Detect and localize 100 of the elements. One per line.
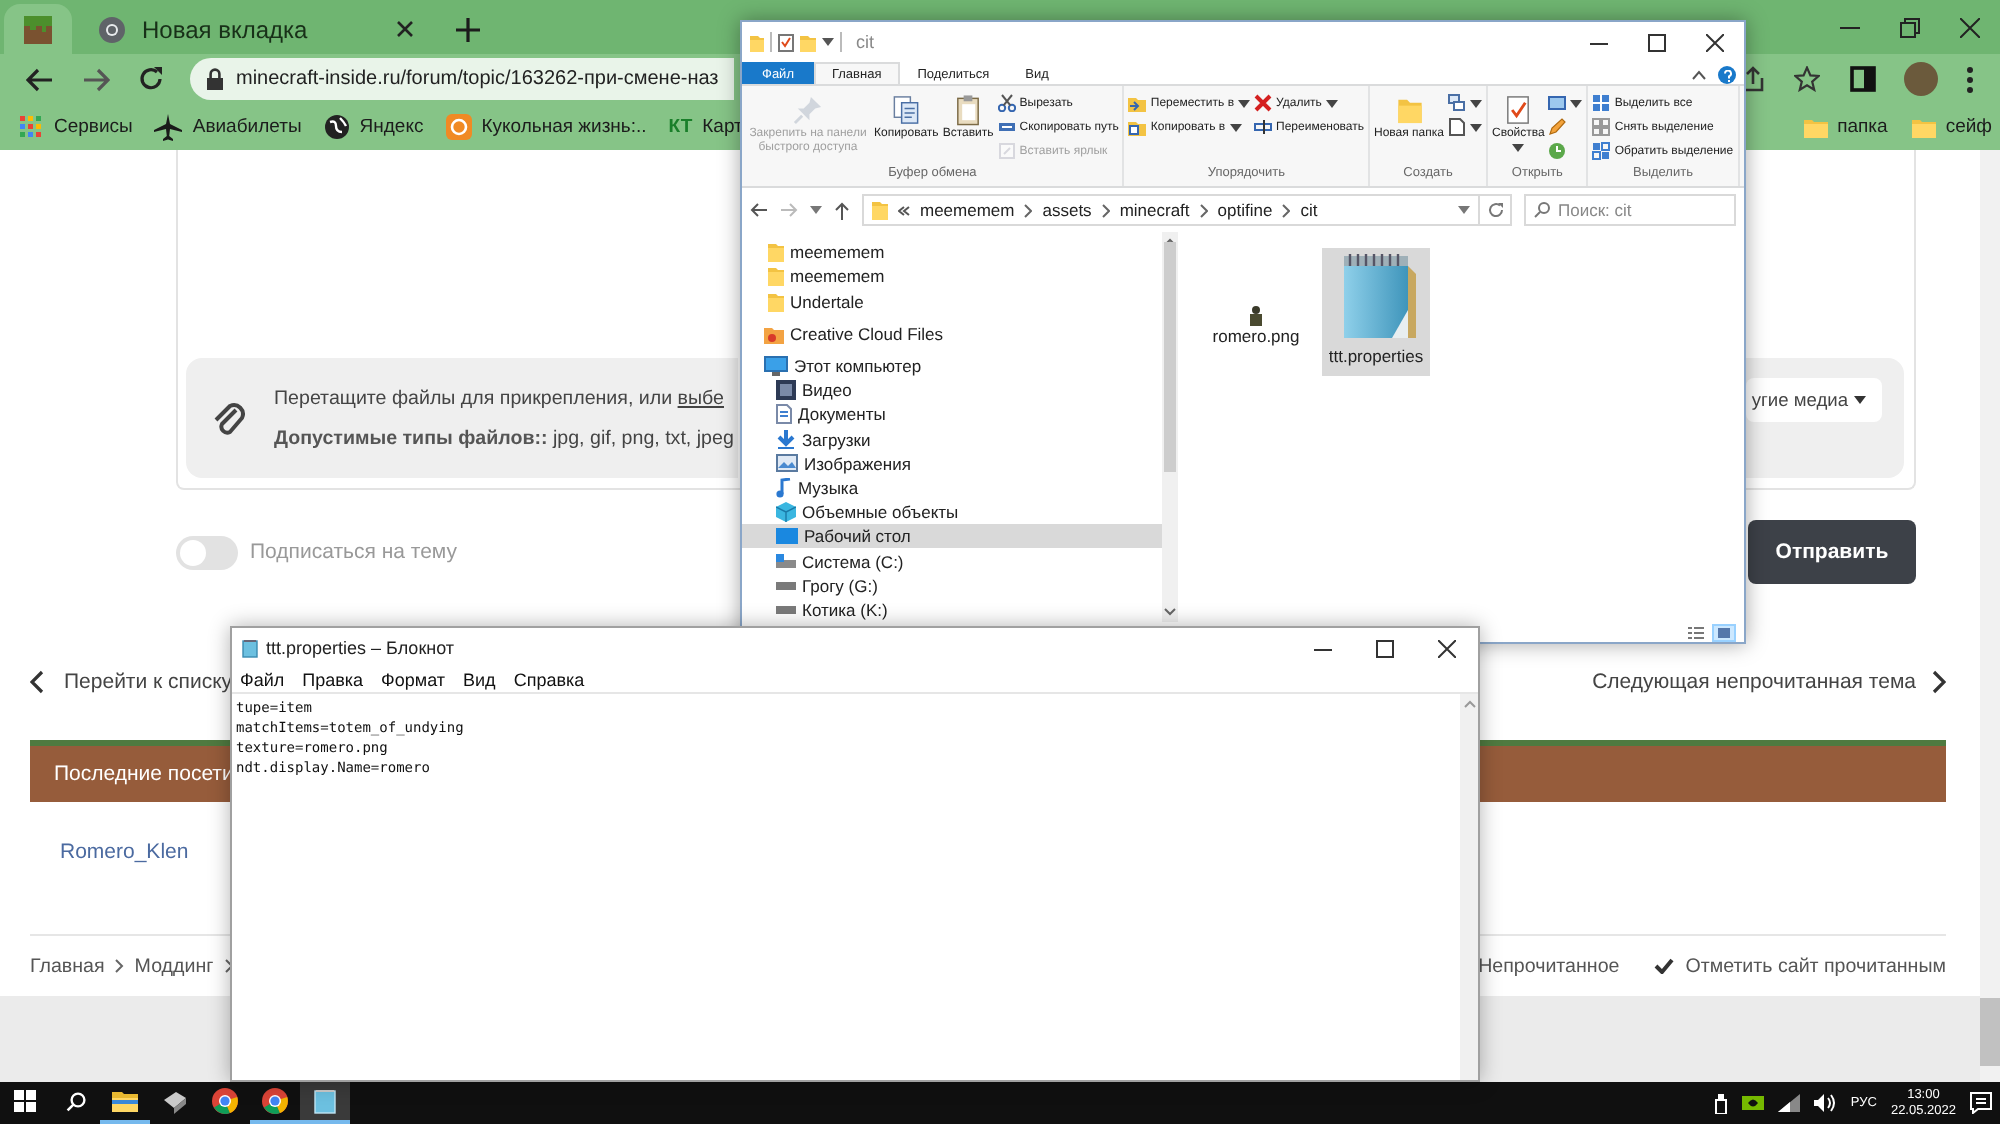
tree-item[interactable]: Изображения: [742, 451, 1162, 476]
ribbon-button[interactable]: [1548, 94, 1583, 112]
bookmark-folder[interactable]: папка: [1803, 116, 1888, 138]
back-icon[interactable]: [26, 67, 54, 91]
path-segment[interactable]: meememem: [920, 200, 1015, 220]
browser-tab[interactable]: [4, 4, 72, 54]
close-icon[interactable]: [1960, 17, 1980, 37]
address-field[interactable]: meememem assets minecraft optifine cit: [862, 194, 1480, 226]
desktop-icon: [776, 528, 798, 545]
star-icon[interactable]: [1794, 66, 1820, 92]
up-icon[interactable]: [834, 201, 850, 219]
media-button[interactable]: угие медиа: [1745, 378, 1882, 422]
tree-item[interactable]: Undertale: [742, 288, 1162, 314]
path-segment[interactable]: cit: [1300, 200, 1318, 220]
bookmark[interactable]: Яндекс: [323, 114, 424, 140]
plus-icon[interactable]: [456, 18, 480, 42]
toggle-switch[interactable]: [176, 535, 238, 569]
tree-item[interactable]: Видео: [742, 378, 1162, 403]
close-icon[interactable]: [396, 20, 414, 38]
tree-item[interactable]: Котика (K:): [742, 597, 1162, 623]
notepad-icon: [242, 638, 258, 658]
close-icon[interactable]: [1706, 33, 1724, 51]
scrollbar[interactable]: [1460, 694, 1478, 1080]
folder-icon: [768, 266, 784, 287]
tree-item[interactable]: Грогу (G:): [742, 573, 1162, 598]
unread-link[interactable]: Непрочитанное: [1478, 955, 1620, 977]
choose-link[interactable]: выбе: [677, 387, 724, 409]
bookmark[interactable]: Сервисы: [18, 114, 133, 140]
mark-read-link[interactable]: Отметить сайт прочитанным: [1653, 955, 1946, 977]
bookmark[interactable]: Авиабилеты: [154, 113, 302, 141]
file-item[interactable]: romero.png: [1202, 248, 1310, 356]
scissors-icon: [997, 94, 1016, 112]
view-toggle[interactable]: [1684, 623, 1708, 641]
view-toggle[interactable]: [1712, 623, 1736, 641]
document-icon: [776, 404, 792, 425]
user-link[interactable]: Romero_Klen: [60, 840, 189, 864]
breadcrumb-link[interactable]: Моддинг: [134, 955, 214, 977]
bookmark-folder[interactable]: сейф: [1911, 116, 1992, 138]
volume-icon[interactable]: [1814, 1094, 1837, 1112]
menu-item[interactable]: Вид: [463, 670, 496, 690]
menu-item[interactable]: Формат: [381, 670, 446, 690]
address-field[interactable]: minecraft-inside.ru/forum/topic/163262-при-смене-наз: [190, 58, 734, 100]
browser-tab[interactable]: Новая вкладка: [80, 4, 432, 54]
collapse-icon[interactable]: [1692, 70, 1706, 80]
close-icon[interactable]: [1438, 639, 1456, 657]
next-unread-link[interactable]: Следующая непрочитанная тема: [1592, 670, 1916, 694]
tree-item[interactable]: meememem: [742, 240, 1162, 265]
maximize-icon[interactable]: [1648, 33, 1666, 51]
scrollbar[interactable]: [1162, 232, 1178, 622]
menu-item[interactable]: Справка: [513, 670, 585, 690]
back-icon[interactable]: [750, 202, 768, 218]
scrollbar[interactable]: [1980, 150, 2000, 1082]
site-icon: [445, 114, 472, 140]
bookmark[interactable]: Кукольная жизнь:..: [445, 114, 647, 140]
tree-item[interactable]: Музыка: [742, 475, 1162, 501]
sidebar-icon[interactable]: [1850, 66, 1876, 92]
select-none-icon: [1592, 118, 1611, 136]
file-item[interactable]: ttt.properties: [1322, 248, 1430, 376]
refresh-icon: [1487, 202, 1503, 218]
path-segment[interactable]: optifine: [1217, 200, 1273, 220]
refresh-button[interactable]: [1480, 194, 1512, 226]
send-button[interactable]: Отправить: [1748, 520, 1916, 584]
shortcut-icon: [997, 142, 1016, 160]
attachment-zone[interactable]: Перетащите файлы для прикрепления, или выбе Допустимые типы файлов:: jpg, gif, png, txt, jpeg: [186, 358, 738, 478]
logo-text: КТ: [668, 116, 693, 138]
tree-item[interactable]: Объемные объекты: [742, 500, 1162, 525]
back-to-list-link[interactable]: Перейти к списку: [64, 670, 233, 694]
menu-item[interactable]: Файл: [240, 670, 285, 690]
chevron-left-icon[interactable]: [30, 670, 44, 694]
tree-item[interactable]: Рабочий стол: [742, 524, 1162, 549]
forward-icon[interactable]: [82, 67, 110, 91]
taskbar-app[interactable]: [300, 1082, 350, 1124]
help-icon[interactable]: [1718, 66, 1736, 84]
usb-drive-icon[interactable]: [1714, 1092, 1729, 1114]
menu-icon[interactable]: [1966, 65, 1974, 93]
search-field[interactable]: Поиск: cit: [1524, 194, 1736, 226]
path-segment[interactable]: assets: [1042, 200, 1092, 220]
network-icon[interactable]: [1778, 1094, 1801, 1112]
restore-icon[interactable]: [1900, 17, 1920, 37]
bookmark[interactable]: КТ Карт: [668, 116, 743, 138]
ribbon-button[interactable]: [1448, 118, 1482, 136]
ribbon-button[interactable]: [1448, 94, 1482, 112]
printer-icon: [162, 1089, 188, 1113]
tree-item[interactable]: Документы: [742, 402, 1162, 427]
tree-item[interactable]: Загрузки: [742, 426, 1162, 452]
tree-item[interactable]: Этот компьютер: [742, 353, 1162, 379]
chevron-right-icon[interactable]: [1932, 670, 1946, 694]
path-segment[interactable]: minecraft: [1119, 200, 1190, 220]
tree-item[interactable]: meememem: [742, 264, 1162, 289]
notification-icon[interactable]: [1970, 1092, 1992, 1114]
breadcrumb-link[interactable]: Главная: [30, 955, 105, 977]
tree-item[interactable]: Система (C:): [742, 548, 1162, 574]
properties-icon[interactable]: [778, 33, 794, 51]
maximize-icon[interactable]: [1376, 639, 1394, 657]
menu-item[interactable]: Правка: [302, 670, 364, 690]
gpu-icon[interactable]: [1742, 1094, 1765, 1112]
notepad-icon: [314, 1088, 336, 1114]
reload-icon[interactable]: [138, 66, 164, 92]
tree-item[interactable]: Creative Cloud Files: [742, 321, 1162, 346]
avatar[interactable]: [1904, 62, 1938, 96]
